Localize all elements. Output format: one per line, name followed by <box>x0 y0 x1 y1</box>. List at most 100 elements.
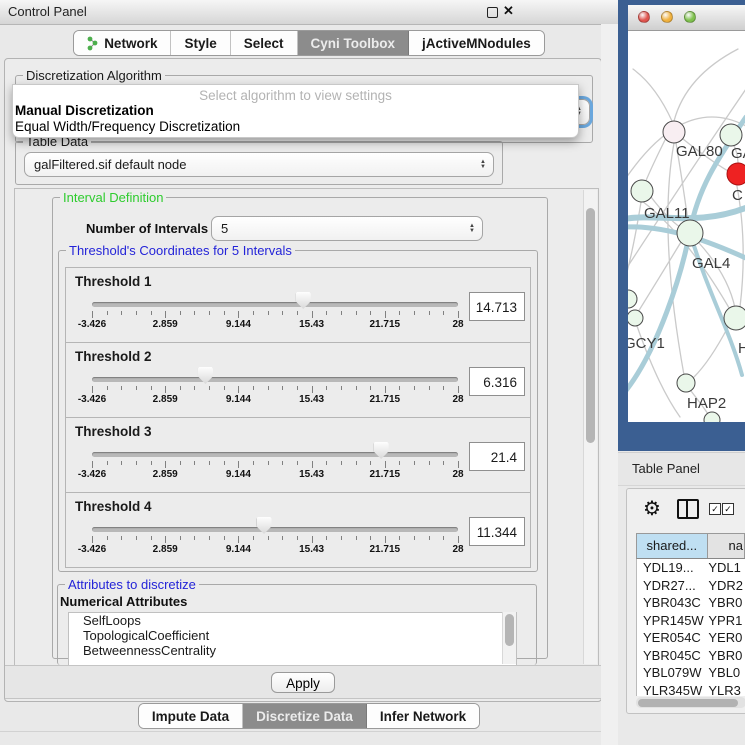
thresholds-group-label: Threshold's Coordinates for 5 Intervals <box>66 243 295 258</box>
scale-label: 9.144 <box>226 394 251 405</box>
panel-vertical-scrollbar[interactable] <box>583 190 597 664</box>
table-row[interactable]: YBR045CYBR0 <box>637 647 745 665</box>
scale-label: 28 <box>452 394 463 405</box>
column-header[interactable]: na <box>708 534 745 558</box>
table-data-combobox[interactable]: galFiltered.sif default node ▲▼ <box>24 152 494 177</box>
dropdown-option-manual[interactable]: Manual Discretization <box>13 103 578 119</box>
apply-button[interactable]: Apply <box>271 672 335 693</box>
network-node[interactable] <box>704 412 720 422</box>
table-cell: YDL1 <box>708 559 745 577</box>
table-row[interactable]: YPR145WYPR1 <box>637 612 745 630</box>
tick-mark <box>341 311 342 315</box>
checkbox-icon[interactable]: ✓ <box>722 503 734 515</box>
tick-mark <box>356 311 357 315</box>
network-node[interactable] <box>663 121 685 143</box>
threshold-value-field[interactable]: 14.713 <box>469 292 525 321</box>
table-cell: YBR0 <box>708 594 745 612</box>
network-edge[interactable] <box>638 242 681 312</box>
list-item[interactable]: TopologicalCoefficient <box>69 628 516 643</box>
minimize-traffic-light-icon[interactable] <box>661 11 673 23</box>
threshold-slider[interactable]: -3.4262.8599.14415.4321.71528 <box>92 373 458 413</box>
threshold-value-field[interactable]: 6.316 <box>469 367 525 396</box>
scale-label: 28 <box>452 544 463 555</box>
attributes-list-scrollbar[interactable] <box>502 612 516 664</box>
tick-mark <box>458 536 459 543</box>
table-horizontal-scrollbar[interactable] <box>636 697 745 708</box>
table-row[interactable]: YDL19...YDL1 <box>637 559 745 577</box>
list-item[interactable]: SelfLoops <box>69 613 516 628</box>
table-row[interactable]: YBL079WYBL0 <box>637 664 745 682</box>
tab-jactivemnodules[interactable]: jActiveMNodules <box>409 31 544 55</box>
slider-track[interactable] <box>92 377 458 382</box>
tab-discretize-data[interactable]: Discretize Data <box>243 704 367 728</box>
threshold-slider[interactable]: -3.4262.8599.14415.4321.71528 <box>92 448 458 488</box>
threshold-value-field[interactable]: 21.4 <box>469 442 525 471</box>
tab-network[interactable]: Network <box>74 31 171 55</box>
scale-label: -3.426 <box>78 469 106 480</box>
column-layout-icon[interactable] <box>677 499 699 519</box>
network-node[interactable] <box>677 220 703 246</box>
network-canvas[interactable]: GAL80GACGAL11GAL4GCY1HHAP2 <box>628 31 745 422</box>
network-node[interactable] <box>724 306 745 330</box>
tab-select[interactable]: Select <box>231 31 298 55</box>
network-window[interactable]: GAL80GACGAL11GAL4GCY1HHAP2 <box>628 5 745 422</box>
list-item[interactable]: BetweennessCentrality <box>69 643 516 658</box>
num-intervals-combobox[interactable]: 5 ▲▼ <box>211 216 483 241</box>
tick-mark <box>429 536 430 540</box>
tick-mark <box>326 536 327 540</box>
slider-track[interactable] <box>92 527 458 532</box>
network-node[interactable] <box>677 374 695 392</box>
table-cell: YPR145W <box>637 612 708 630</box>
network-edge[interactable] <box>633 69 672 121</box>
tick-mark <box>253 311 254 315</box>
tick-mark <box>253 536 254 540</box>
gear-icon[interactable]: ⚙ <box>643 496 661 521</box>
network-edge[interactable] <box>694 327 728 377</box>
table-row[interactable]: YBR043CYBR0 <box>637 594 745 612</box>
tab-impute-data[interactable]: Impute Data <box>139 704 243 728</box>
tick-mark <box>312 536 313 543</box>
tick-mark <box>297 536 298 540</box>
tab-style[interactable]: Style <box>171 31 230 55</box>
float-panel-icon[interactable] <box>487 7 498 18</box>
table-row[interactable]: YER054CYER0 <box>637 629 745 647</box>
threshold-value-field[interactable]: 11.344 <box>469 517 525 546</box>
network-node[interactable] <box>631 180 653 202</box>
tab-cyni-toolbox[interactable]: Cyni Toolbox <box>298 31 410 55</box>
close-panel-icon[interactable]: ✕ <box>503 3 514 19</box>
table-cell: YLR345W <box>637 682 708 697</box>
tick-mark <box>282 386 283 390</box>
tick-mark <box>107 311 108 315</box>
node-label: GAL11 <box>644 205 690 222</box>
dropdown-option-equal-width[interactable]: Equal Width/Frequency Discretization <box>13 119 578 135</box>
threshold-row-1: Threshold 1-3.4262.8599.14415.4321.71528… <box>65 267 531 343</box>
tick-mark <box>268 386 269 390</box>
network-node[interactable] <box>727 163 745 185</box>
table-row[interactable]: YDR27...YDR2 <box>637 577 745 595</box>
table-row[interactable]: YLR345WYLR3 <box>637 682 745 697</box>
close-traffic-light-icon[interactable] <box>638 11 650 23</box>
network-node[interactable] <box>628 290 637 308</box>
network-edge[interactable] <box>628 202 641 276</box>
column-header[interactable]: shared... <box>637 534 708 558</box>
network-edge[interactable] <box>645 138 666 183</box>
numerical-attributes-label: Numerical Attributes <box>60 594 187 609</box>
slider-track[interactable] <box>92 452 458 457</box>
zoom-traffic-light-icon[interactable] <box>684 11 696 23</box>
threshold-slider[interactable]: -3.4262.8599.14415.4321.71528 <box>92 523 458 563</box>
network-node[interactable] <box>628 310 643 326</box>
threshold-row-2: Threshold 2-3.4262.8599.14415.4321.71528… <box>65 342 531 418</box>
slider-track[interactable] <box>92 302 458 307</box>
numerical-attributes-list[interactable]: SelfLoopsTopologicalCoefficientBetweenne… <box>68 612 517 666</box>
tick-mark <box>429 386 430 390</box>
network-icon <box>87 36 99 51</box>
tick-mark <box>385 311 386 318</box>
thresholds-group: Threshold's Coordinates for 5 Intervals … <box>58 250 538 572</box>
network-edge[interactable] <box>674 49 738 121</box>
checkbox-icon[interactable]: ✓ <box>709 503 721 515</box>
network-node[interactable] <box>720 124 742 146</box>
tick-mark <box>443 311 444 315</box>
tab-infer-network[interactable]: Infer Network <box>367 704 479 728</box>
tick-mark <box>282 536 283 540</box>
threshold-slider[interactable]: -3.4262.8599.14415.4321.71528 <box>92 298 458 338</box>
